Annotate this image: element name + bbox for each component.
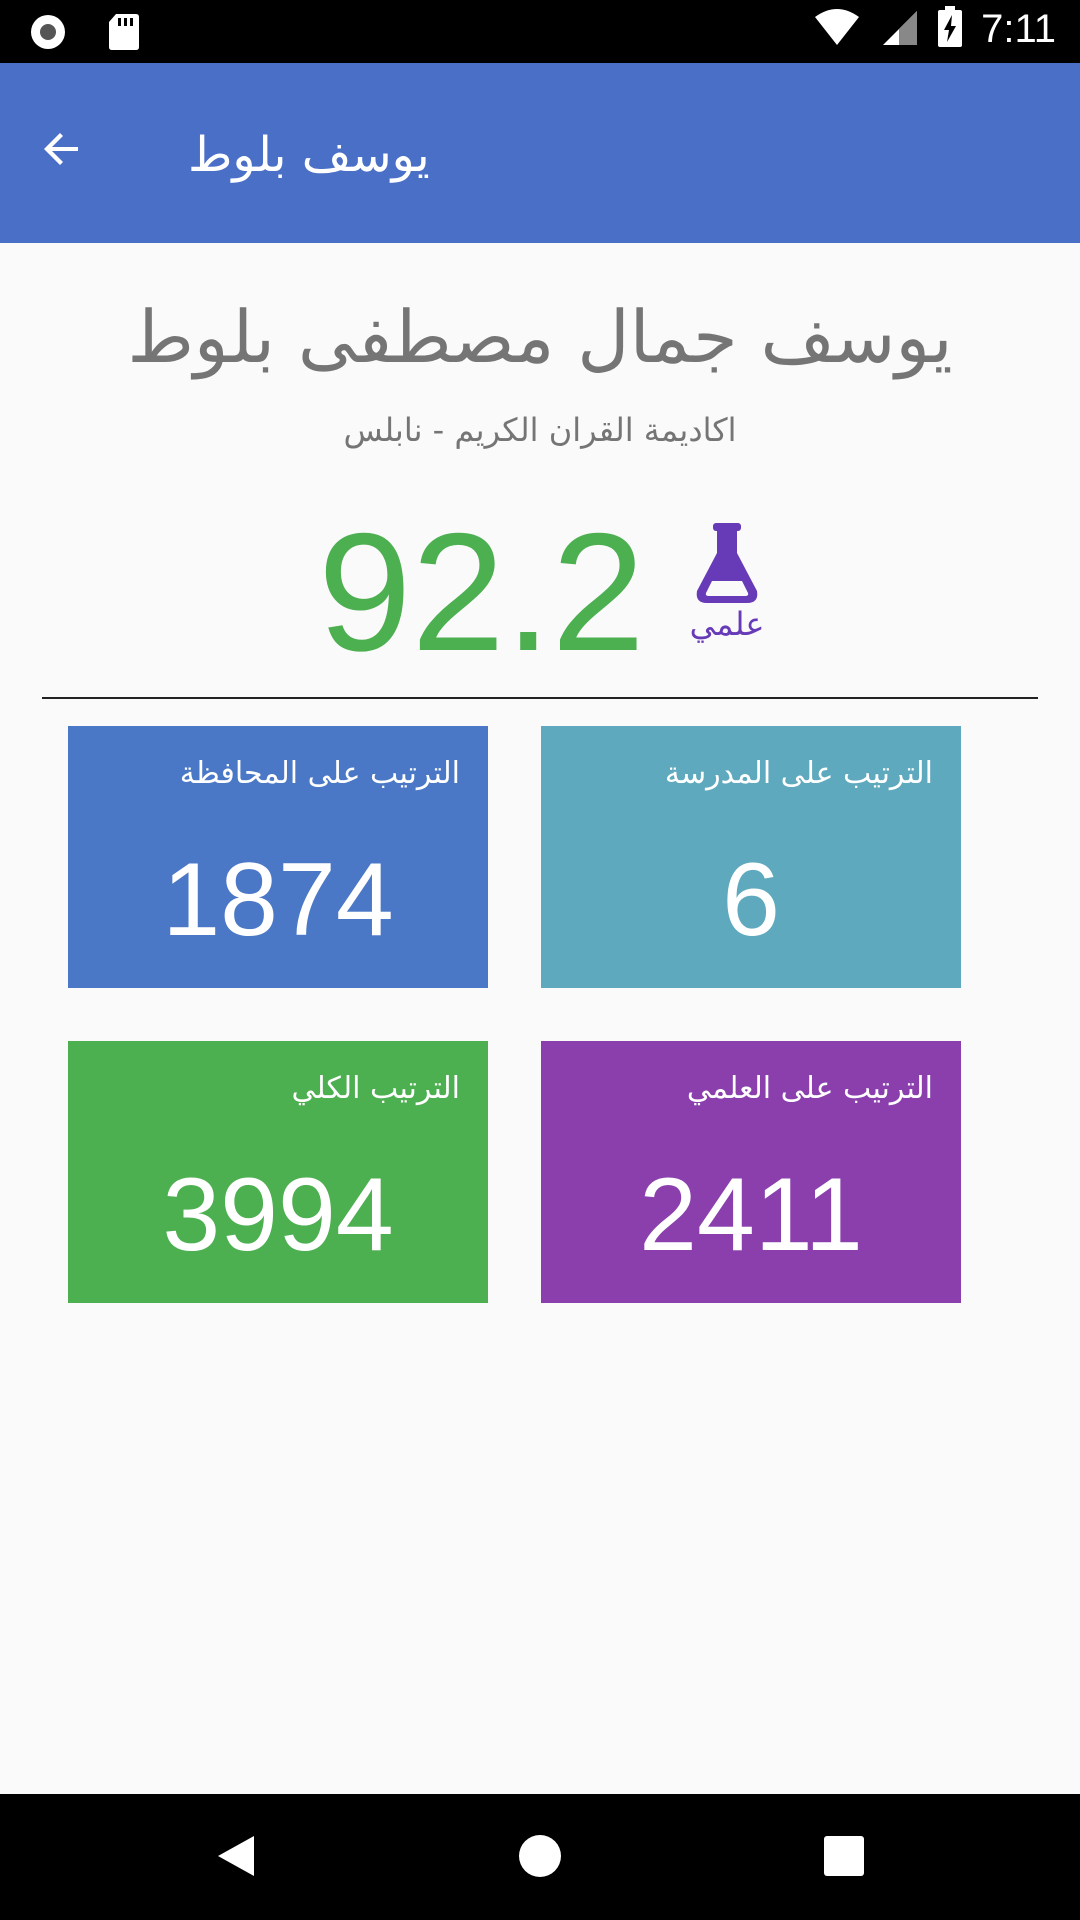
rank-school-value: 6: [722, 842, 780, 958]
rank-overall-label: الترتيب الكلي: [291, 1071, 460, 1106]
rank-governorate-value: 1874: [162, 842, 394, 958]
status-time: 7:11: [981, 6, 1056, 51]
nav-recents-button[interactable]: [816, 1830, 872, 1886]
app-title: يوسف بلوط: [188, 127, 430, 183]
nav-home-button[interactable]: [512, 1830, 568, 1886]
recents-square-icon: [822, 1834, 866, 1882]
rank-scientific-label: الترتيب على العلمي: [686, 1071, 933, 1106]
rank-scientific-value: 2411: [639, 1157, 863, 1273]
back-button[interactable]: [30, 119, 94, 183]
home-circle-icon: [516, 1832, 564, 1884]
student-full-name: يوسف جمال مصطفى بلوط: [127, 295, 953, 379]
signal-icon: [879, 7, 919, 51]
rank-overall-value: 3994: [162, 1157, 394, 1273]
app-bar: يوسف بلوط: [0, 63, 1080, 243]
rank-governorate-label: الترتيب على المحافظة: [179, 756, 460, 791]
sd-card-icon: [108, 12, 140, 56]
school-name: اكاديمة القران الكريم - نابلس: [343, 411, 737, 449]
nav-back-button[interactable]: [208, 1830, 264, 1886]
score-value: 92.2: [318, 498, 645, 686]
system-nav-bar: [0, 1794, 1080, 1920]
back-triangle-icon: [214, 1832, 258, 1884]
rank-overall-card: الترتيب الكلي 3994: [68, 1041, 488, 1303]
battery-charging-icon: [937, 6, 963, 52]
branch-label: علمي: [689, 605, 765, 643]
wifi-icon: [813, 7, 861, 51]
status-bar: 7:11: [0, 0, 1080, 63]
record-icon: [28, 12, 68, 56]
divider: [42, 697, 1038, 699]
rank-school-card: الترتيب على المدرسة 6: [541, 726, 961, 988]
rank-school-label: الترتيب على المدرسة: [664, 756, 933, 791]
rank-scientific-card: الترتيب على العلمي 2411: [541, 1041, 961, 1303]
arrow-back-icon: [38, 125, 86, 177]
rank-governorate-card: الترتيب على المحافظة 1874: [68, 726, 488, 988]
branch-badge: علمي: [682, 523, 772, 643]
